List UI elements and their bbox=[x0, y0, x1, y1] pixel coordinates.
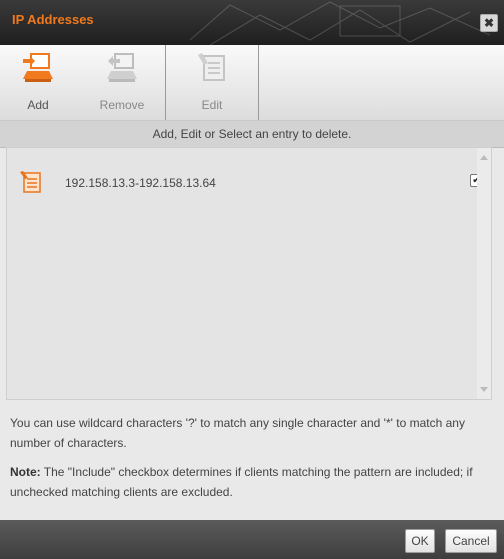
remove-icon bbox=[107, 53, 137, 82]
cancel-button[interactable]: Cancel bbox=[445, 529, 497, 553]
ip-range-icon bbox=[20, 171, 41, 193]
list-scrollbar[interactable] bbox=[477, 148, 491, 399]
toolbar-separator bbox=[258, 45, 259, 120]
close-button[interactable]: ✖ bbox=[480, 14, 498, 32]
ok-button[interactable]: OK bbox=[405, 529, 435, 553]
footer-bar: OK Cancel bbox=[0, 520, 504, 559]
close-icon: ✖ bbox=[483, 16, 495, 30]
add-icon bbox=[23, 53, 53, 82]
toolbar-separator bbox=[165, 45, 166, 120]
title-bar-decoration bbox=[190, 1, 490, 45]
ip-address-list[interactable]: 192.158.13.3-192.158.13.64 ✔ bbox=[6, 147, 492, 400]
scroll-up-arrow-icon[interactable] bbox=[480, 155, 488, 160]
add-button[interactable]: Add bbox=[18, 45, 58, 120]
toolbar: Add Remove Edit bbox=[0, 45, 504, 121]
edit-icon bbox=[198, 53, 225, 81]
hint-bar: Add, Edit or Select an entry to delete. bbox=[0, 121, 504, 148]
info-section: You can use wildcard characters '?' to m… bbox=[10, 413, 490, 511]
dialog-title: IP Addresses bbox=[12, 12, 94, 27]
ip-addresses-dialog: IP Addresses ✖ Add Remove Edit Add, Edit… bbox=[0, 0, 504, 559]
note-paragraph: Note: The "Include" checkbox determines … bbox=[10, 462, 490, 502]
note-label: Note: bbox=[10, 465, 41, 479]
scroll-down-arrow-icon[interactable] bbox=[480, 387, 488, 392]
remove-label: Remove bbox=[99, 98, 145, 112]
note-text: The "Include" checkbox determines if cli… bbox=[10, 465, 473, 499]
edit-label: Edit bbox=[201, 98, 223, 112]
ip-range-text: 192.158.13.3-192.158.13.64 bbox=[65, 176, 216, 190]
edit-button[interactable]: Edit bbox=[192, 45, 232, 120]
wildcard-help-text: You can use wildcard characters '?' to m… bbox=[10, 416, 465, 450]
add-label: Add bbox=[27, 98, 49, 112]
list-item[interactable]: 192.158.13.3-192.158.13.64 ✔ bbox=[7, 168, 485, 198]
remove-button[interactable]: Remove bbox=[94, 45, 150, 120]
title-bar: IP Addresses ✖ bbox=[0, 0, 504, 45]
